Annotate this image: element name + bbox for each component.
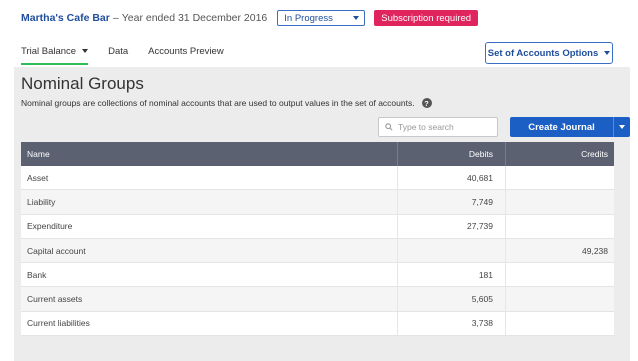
- cell-debit: 7,749: [397, 190, 505, 214]
- chevron-down-icon: [604, 51, 611, 55]
- company-name: Martha's Cafe Bar: [21, 12, 110, 24]
- page-title: Nominal Groups: [21, 74, 144, 93]
- table-header: Name Debits Credits: [21, 142, 614, 166]
- search-icon: [385, 123, 393, 131]
- status-value: In Progress: [284, 12, 333, 24]
- help-icon[interactable]: ?: [421, 98, 432, 108]
- top-bar: Martha's Cafe Bar – Year ended 31 Decemb…: [0, 0, 638, 36]
- chevron-down-icon: [82, 49, 89, 53]
- table-body: Asset 40,681 Liability 7,749 Expenditure…: [21, 166, 614, 337]
- tab-label: Trial Balance: [21, 46, 77, 57]
- cell-credit: [505, 166, 614, 190]
- title-separator: –: [112, 12, 119, 24]
- table-row[interactable]: Current assets 5,605: [21, 287, 614, 312]
- cell-credit: [505, 190, 614, 214]
- nominal-groups-table: Name Debits Credits Asset 40,681 Liabili…: [21, 142, 614, 337]
- tab-label: Accounts Preview: [148, 46, 224, 57]
- tab-accounts-preview[interactable]: Accounts Preview: [148, 41, 224, 65]
- chevron-down-icon: [619, 125, 625, 129]
- tab-bar: Trial Balance Data Accounts Preview: [21, 41, 244, 65]
- subscription-required-badge[interactable]: Subscription required: [374, 10, 479, 26]
- page-description: Nominal groups are collections of nomina…: [21, 98, 432, 108]
- column-header-credits[interactable]: Credits: [505, 142, 614, 166]
- tab-trial-balance[interactable]: Trial Balance: [21, 41, 89, 65]
- set-of-accounts-label: Set of Accounts Options: [487, 47, 599, 59]
- cell-name: Current liabilities: [27, 318, 90, 329]
- column-header-debits[interactable]: Debits: [397, 142, 505, 166]
- set-of-accounts-options-button[interactable]: Set of Accounts Options: [485, 42, 613, 64]
- status-select[interactable]: In Progress: [277, 10, 366, 26]
- cell-name: Current assets: [27, 294, 83, 305]
- search-box[interactable]: [378, 117, 498, 137]
- column-header-name[interactable]: Name: [21, 142, 397, 166]
- cell-debit: 5,605: [397, 287, 505, 311]
- tab-data[interactable]: Data: [108, 41, 128, 65]
- cell-credit: [505, 214, 614, 238]
- cell-credit: 49,238: [505, 238, 614, 263]
- cell-name: Liability: [27, 196, 56, 207]
- period-label: Year ended 31 December 2016: [121, 12, 268, 24]
- cell-debit: 40,681: [397, 166, 505, 190]
- description-text: Nominal groups are collections of nomina…: [21, 98, 415, 108]
- cell-debit: 3,738: [397, 311, 505, 336]
- table-row[interactable]: Asset 40,681: [21, 166, 614, 191]
- nominal-groups-panel: Nominal Groups Nominal groups are collec…: [14, 67, 630, 361]
- cell-credit: [505, 263, 614, 287]
- cell-name: Capital account: [27, 245, 86, 256]
- cell-credit: [505, 311, 614, 336]
- table-row[interactable]: Bank 181: [21, 263, 614, 288]
- search-input[interactable]: [398, 122, 490, 132]
- cell-debit: [397, 238, 505, 263]
- cell-name: Expenditure: [27, 221, 73, 232]
- table-row[interactable]: Liability 7,749: [21, 190, 614, 215]
- cell-debit: 181: [397, 263, 505, 287]
- tab-label: Data: [108, 46, 129, 57]
- create-journal-button[interactable]: Create Journal: [510, 117, 613, 137]
- cell-name: Asset: [27, 172, 49, 183]
- create-journal-dropdown[interactable]: [613, 117, 630, 137]
- cell-debit: 27,739: [397, 214, 505, 238]
- chevron-down-icon: [353, 16, 360, 20]
- cell-name: Bank: [27, 269, 47, 280]
- table-row[interactable]: Capital account 49,238: [21, 238, 614, 264]
- table-row[interactable]: Current liabilities 3,738: [21, 311, 614, 337]
- table-row[interactable]: Expenditure 27,739: [21, 214, 614, 239]
- cell-credit: [505, 287, 614, 311]
